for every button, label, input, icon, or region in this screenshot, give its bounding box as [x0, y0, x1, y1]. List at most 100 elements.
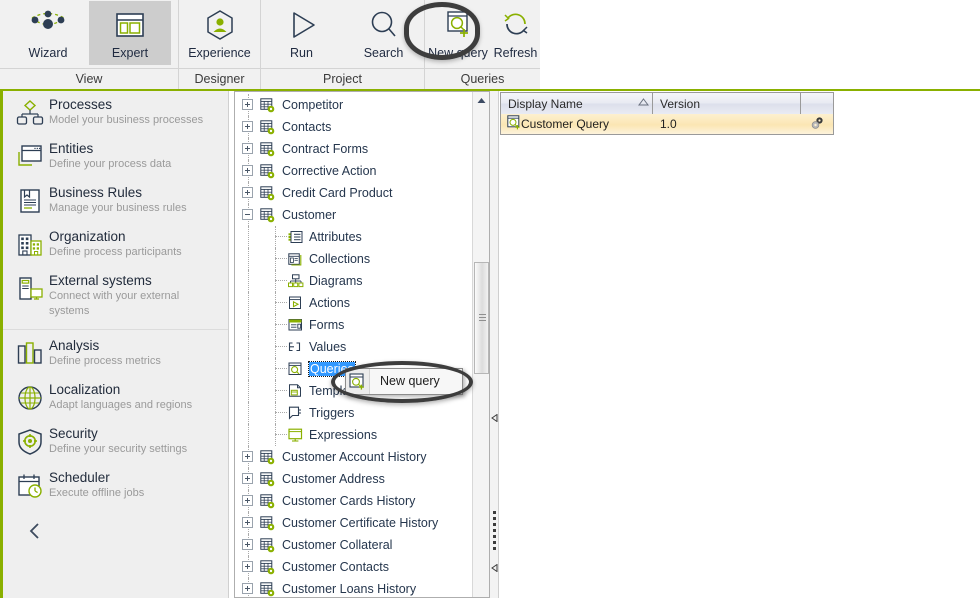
tree-node[interactable]: Customer Cards History: [235, 490, 473, 512]
tree-node[interactable]: Attributes: [235, 226, 473, 248]
ribbon-groups-container: Wizard Expert View Experience Designer R…: [0, 0, 540, 89]
sidebar-title-localization: Localization: [49, 382, 121, 397]
tree-expander-plus-icon[interactable]: [242, 165, 253, 176]
splitter-collapse-arrow-top[interactable]: [491, 409, 498, 423]
sidebar-title-business-rules: Business Rules: [49, 185, 143, 200]
sidebar-subtitle-processes: Model your business processes: [49, 114, 204, 126]
column-header-version[interactable]: Version: [653, 93, 801, 114]
actions-icon: [287, 295, 304, 311]
search-button[interactable]: Search: [343, 1, 425, 65]
tree-guideline: [275, 390, 287, 391]
scrollbar-grip-icon: [479, 314, 486, 321]
column-header-status[interactable]: [801, 93, 833, 114]
tree-guideline: [275, 380, 276, 402]
sidebar-item-security[interactable]: Security Define your security settings: [3, 420, 228, 464]
sidebar-title-analysis: Analysis: [49, 338, 100, 353]
tree-node[interactable]: Competitor: [235, 94, 473, 116]
run-button[interactable]: Run: [261, 1, 343, 65]
tree-node[interactable]: Customer Loans History: [235, 578, 473, 597]
tree-node-label: Customer Certificate History: [282, 516, 439, 530]
application-window: Wizard Expert View Experience Designer R…: [0, 0, 980, 598]
tree-node[interactable]: Customer Certificate History: [235, 512, 473, 534]
queries-grid: Display Name Version Customer Query 1.0: [500, 92, 834, 135]
tree-node[interactable]: Diagrams: [235, 270, 473, 292]
tree-scrollbar[interactable]: [472, 92, 489, 597]
tree-expander-plus-icon[interactable]: [242, 143, 253, 154]
tree-node-label: Collections: [309, 252, 371, 266]
scroll-up-arrow[interactable]: [473, 92, 489, 109]
tree-guideline: [275, 226, 276, 248]
sidebar-subtitle-scheduler: Execute offline jobs: [49, 487, 145, 499]
refresh-label: Refresh: [493, 46, 538, 60]
tree-node[interactable]: Triggers: [235, 402, 473, 424]
tree-guideline: [275, 434, 287, 435]
tree-scrollbar-thumb[interactable]: [474, 262, 489, 374]
sidebar-item-external-systems[interactable]: External systems Connect with your exter…: [3, 267, 228, 325]
cell-version-text: 1.0: [660, 117, 677, 131]
tree-node[interactable]: Corrective Action: [235, 160, 473, 182]
tree-expander-plus-icon[interactable]: [242, 473, 253, 484]
tree-expander-plus-icon[interactable]: [242, 517, 253, 528]
ribbon-toolbar: Wizard Expert View Experience Designer R…: [0, 0, 980, 91]
tree-guideline: [248, 248, 249, 270]
organization-icon: [13, 229, 47, 261]
sidebar-item-localization[interactable]: Localization Adapt languages and regions: [3, 376, 228, 420]
sidebar-subtitle-external-systems: Connect with your external systems: [49, 290, 180, 317]
sidebar-item-analysis[interactable]: Analysis Define process metrics: [3, 329, 228, 376]
tree-node-label: Customer Loans History: [282, 582, 417, 596]
tree-expander-plus-icon[interactable]: [242, 451, 253, 462]
sidebar-item-processes[interactable]: Processes Model your business processes: [3, 91, 228, 135]
tree-expander-plus-icon[interactable]: [242, 121, 253, 132]
cell-status[interactable]: [801, 114, 833, 134]
tree-expander-plus-icon[interactable]: [242, 99, 253, 110]
entity-icon: [259, 493, 276, 509]
sidebar-collapse-button[interactable]: [3, 508, 228, 545]
tree-node[interactable]: Values: [235, 336, 473, 358]
cell-display-name: Customer Query: [501, 114, 653, 134]
tree-node[interactable]: Customer Contacts: [235, 556, 473, 578]
refresh-button[interactable]: Refresh: [491, 1, 540, 65]
tree-node-label: Contacts: [282, 120, 332, 134]
tree-node-label: Expressions: [309, 428, 378, 442]
tree-expander-plus-icon[interactable]: [242, 583, 253, 594]
tree-node[interactable]: Contract Forms: [235, 138, 473, 160]
expert-button[interactable]: Expert: [89, 1, 171, 65]
sidebar-item-scheduler[interactable]: Scheduler Execute offline jobs: [3, 464, 228, 508]
tree-node[interactable]: Customer Account History: [235, 446, 473, 468]
panel-splitter[interactable]: [490, 91, 499, 598]
tree-expander-plus-icon[interactable]: [242, 187, 253, 198]
tree-node[interactable]: Customer Collateral: [235, 534, 473, 556]
tree-node[interactable]: Credit Card Product: [235, 182, 473, 204]
tree-guideline: [275, 302, 287, 303]
tree-node-label: Actions: [309, 296, 350, 310]
context-menu-item-new-query[interactable]: New query: [380, 374, 440, 388]
sidebar-item-entities[interactable]: Entities Define your process data: [3, 135, 228, 179]
column-header-display-name[interactable]: Display Name: [501, 93, 653, 114]
sidebar-item-business-rules[interactable]: Business Rules Manage your business rule…: [3, 179, 228, 223]
tree-node[interactable]: Customer: [235, 204, 473, 226]
splitter-grip-icon: [493, 511, 496, 555]
tree-node[interactable]: Forms: [235, 314, 473, 336]
forms-icon: [287, 317, 304, 333]
tree-expander-plus-icon[interactable]: [242, 495, 253, 506]
tree-node[interactable]: Contacts: [235, 116, 473, 138]
expert-label: Expert: [111, 46, 149, 60]
tree-guideline: [275, 258, 287, 259]
wizard-button[interactable]: Wizard: [7, 1, 89, 65]
table-row[interactable]: Customer Query 1.0: [501, 114, 833, 134]
new-query-button[interactable]: New query: [425, 1, 491, 65]
tree-expander-plus-icon[interactable]: [242, 539, 253, 550]
tree-node[interactable]: Expressions: [235, 424, 473, 446]
sidebar-title-scheduler: Scheduler: [49, 470, 110, 485]
entity-tree[interactable]: Competitor Contacts Contract Forms Corre…: [235, 92, 473, 597]
tree-node-label: Credit Card Product: [282, 186, 393, 200]
tree-expander-minus-icon[interactable]: [242, 209, 253, 220]
tree-expander-plus-icon[interactable]: [242, 561, 253, 572]
tree-node[interactable]: Collections: [235, 248, 473, 270]
tree-node[interactable]: Actions: [235, 292, 473, 314]
splitter-collapse-arrow-bottom[interactable]: [491, 559, 498, 573]
tree-node[interactable]: Customer Address: [235, 468, 473, 490]
experience-button[interactable]: Experience: [179, 1, 261, 65]
sidebar-item-organization[interactable]: Organization Define process participants: [3, 223, 228, 267]
ribbon-group-view: Wizard Expert View: [0, 0, 179, 89]
